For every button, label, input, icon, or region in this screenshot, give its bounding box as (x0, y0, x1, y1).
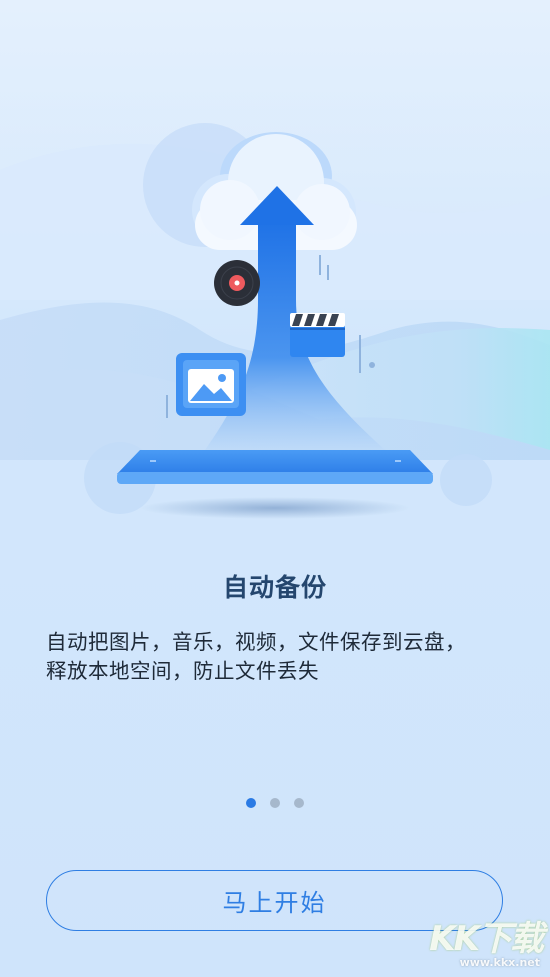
watermark: KK下载 www.kkx.net (424, 911, 544, 971)
vinyl-record-icon (214, 260, 260, 306)
watermark-url: www.kkx.net (459, 956, 540, 969)
feature-description: 自动把图片，音乐，视频，文件保存到云盘， 释放本地空间，防止文件丢失 (46, 628, 516, 686)
page-dot-3[interactable] (294, 798, 304, 808)
page-dot-1[interactable] (246, 798, 256, 808)
watermark-logo: KK下载 (429, 919, 544, 959)
backup-illustration (84, 123, 492, 519)
phone-platform-icon (117, 450, 433, 519)
page-indicator (0, 798, 550, 808)
description-line: 自动把图片，音乐，视频，文件保存到云盘， (46, 630, 466, 654)
photo-gallery-icon (176, 353, 246, 416)
feature-title: 自动备份 (222, 573, 327, 602)
clapperboard-icon (290, 313, 345, 357)
description-line: 释放本地空间，防止文件丢失 (46, 659, 319, 683)
onboarding-screen: 自动备份 自动把图片，音乐，视频，文件保存到云盘， 释放本地空间，防止文件丢失 … (0, 0, 550, 977)
page-dot-2[interactable] (270, 798, 280, 808)
